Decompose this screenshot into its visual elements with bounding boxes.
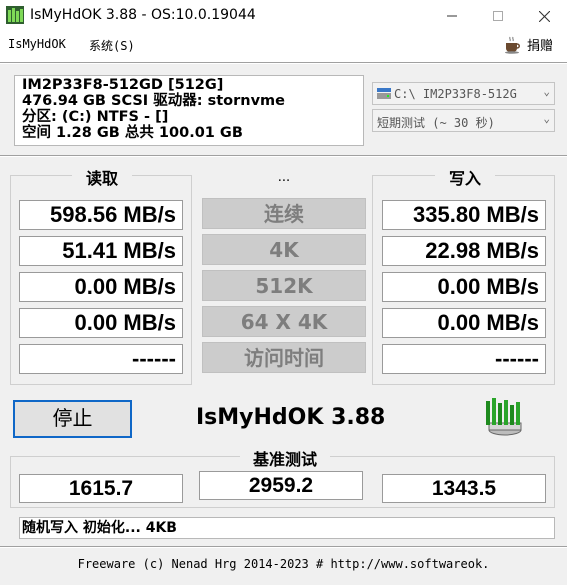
drive-info-line-4: 空间 1.28 GB 总共 100.01 GB [22, 125, 243, 141]
write-512k-value: 0.00 MB/s [382, 272, 546, 302]
close-icon [538, 10, 550, 22]
write-label: 写入 [435, 165, 495, 189]
window-title: IsMyHdOK 3.88 - OS:10.0.19044 [30, 7, 256, 23]
benchmark-label: 基准测试 [240, 446, 330, 470]
write-sequential-value: 335.80 MB/s [382, 200, 546, 230]
drive-icon [377, 88, 391, 99]
drive-select[interactable]: C:\ IM2P33F8-512G ⌄ [372, 82, 555, 105]
drive-info-line-3: 分区: (C:) NTFS - [] [22, 109, 169, 125]
read-4k-value: 51.41 MB/s [19, 236, 183, 266]
write-access-time-value: ------ [382, 344, 546, 374]
drive-select-value: C:\ IM2P33F8-512G [394, 87, 517, 101]
duration-select[interactable]: 短期测试 (~ 30 秒) ⌄ [372, 109, 555, 132]
menu-system[interactable]: 系统(S) [89, 37, 135, 54]
app-icon [6, 6, 24, 24]
chevron-down-icon: ⌄ [543, 112, 550, 125]
title-bar: IsMyHdOK 3.88 - OS:10.0.19044 [0, 0, 567, 32]
coffee-cup-icon [505, 36, 520, 54]
donate-label: 捐赠 [527, 39, 554, 54]
write-64x4k-value: 0.00 MB/s [382, 308, 546, 338]
section-divider [0, 155, 567, 157]
status-text: 随机写入 初始化... 4KB [19, 517, 555, 539]
maximize-button[interactable] [475, 0, 521, 32]
benchmark-total-score: 2959.2 [199, 471, 363, 500]
512k-button[interactable]: 512K [202, 270, 366, 301]
duration-select-value: 短期测试 (~ 30 秒) [377, 116, 495, 130]
minimize-icon [447, 15, 457, 17]
maximize-icon [493, 11, 503, 21]
read-sequential-value: 598.56 MB/s [19, 200, 183, 230]
drive-info-line-1: IM2P33F8-512GD [512G] [22, 77, 224, 93]
middle-label: ... [277, 170, 291, 185]
read-512k-value: 0.00 MB/s [19, 272, 183, 302]
drive-info-line-2: 476.94 GB SCSI 驱动器: stornvme [22, 93, 285, 109]
read-access-time-value: ------ [19, 344, 183, 374]
access-time-button[interactable]: 访问时间 [202, 342, 366, 373]
hard-drive-chart-icon [486, 398, 522, 436]
drive-info-box: IM2P33F8-512GD [512G] 476.94 GB SCSI 驱动器… [14, 75, 364, 146]
read-64x4k-value: 0.00 MB/s [19, 308, 183, 338]
64x4k-button[interactable]: 64 X 4K [202, 306, 366, 337]
menu-ismyhdok[interactable]: IsMyHdOK [8, 37, 66, 51]
menu-bar: IsMyHdOK 系统(S) [0, 33, 567, 57]
footer-text[interactable]: Freeware (c) Nenad Hrg 2014-2023 # http:… [0, 557, 567, 571]
footer-divider [0, 546, 567, 548]
benchmark-read-score: 1615.7 [19, 474, 183, 503]
chevron-down-icon: ⌄ [543, 85, 550, 98]
write-4k-value: 22.98 MB/s [382, 236, 546, 266]
stop-button[interactable]: 停止 [13, 400, 132, 438]
menu-divider [0, 62, 567, 64]
donate-button[interactable]: 捐赠 [503, 35, 553, 54]
sequential-button[interactable]: 连续 [202, 198, 366, 229]
minimize-button[interactable] [429, 0, 475, 32]
close-button[interactable] [521, 0, 567, 32]
4k-button[interactable]: 4K [202, 234, 366, 265]
benchmark-write-score: 1343.5 [382, 474, 546, 503]
read-label: 读取 [72, 165, 132, 189]
app-name: IsMyHdOK 3.88 [196, 405, 386, 430]
